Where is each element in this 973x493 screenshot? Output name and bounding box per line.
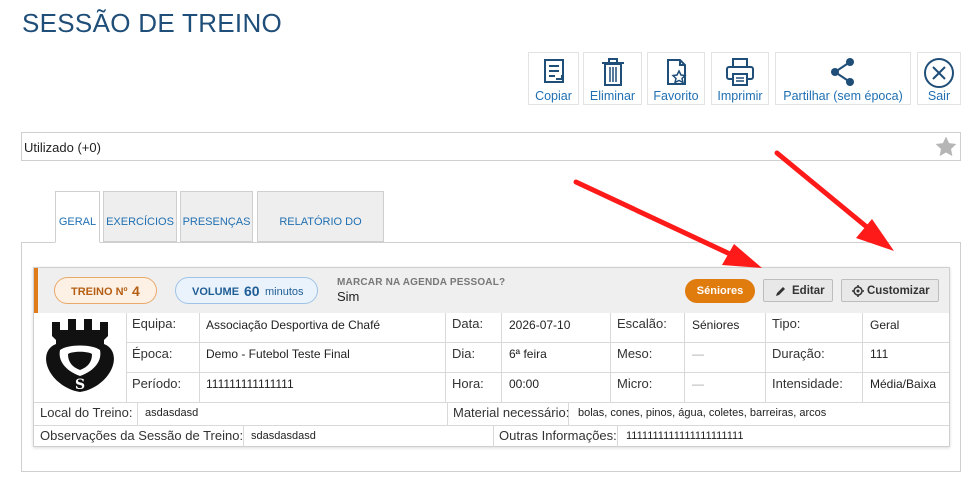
annotation-arrows <box>573 150 894 268</box>
